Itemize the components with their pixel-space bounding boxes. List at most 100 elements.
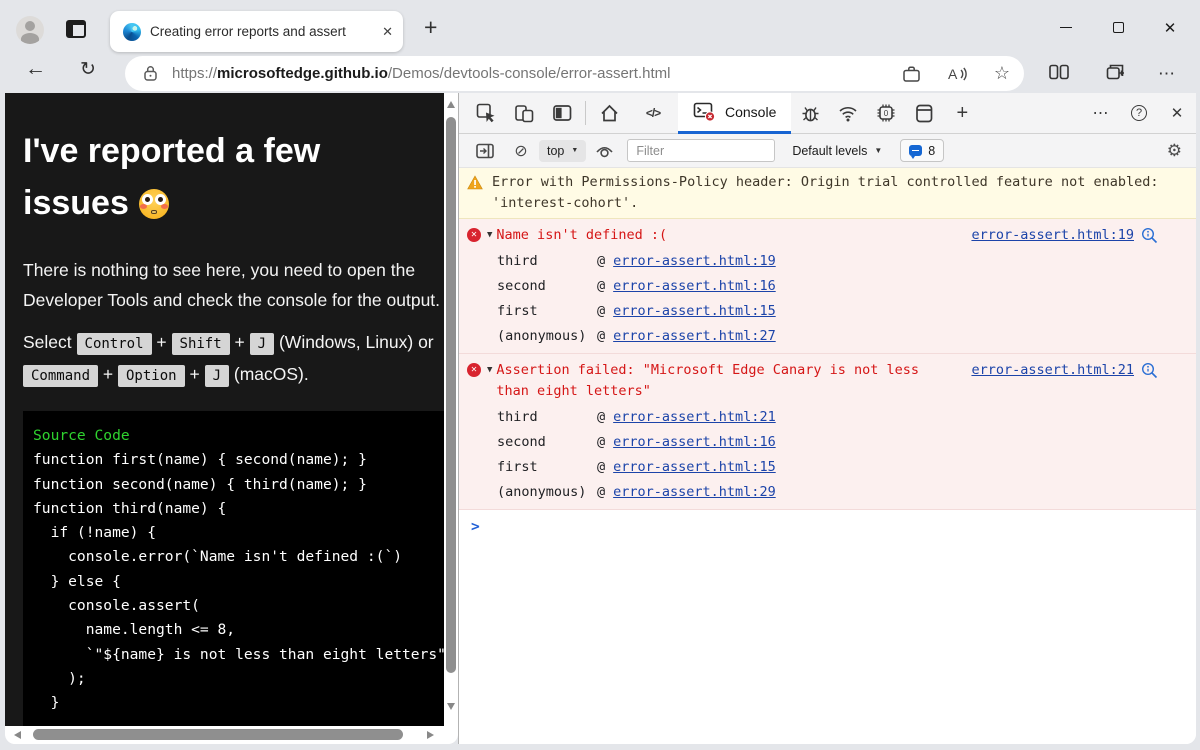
win-suffix: (Windows, Linux) xyxy=(279,332,413,352)
browser-tab[interactable]: Creating error reports and assert ✕ xyxy=(110,11,403,52)
code-line: console.error(`Name isn't defined :(`) xyxy=(33,545,444,569)
web-page-pane: I've reported a few issues There is noth… xyxy=(5,93,458,744)
page-horizontal-scrollbar[interactable] xyxy=(5,726,458,744)
avatar-body-icon xyxy=(21,33,39,44)
lock-icon[interactable] xyxy=(143,65,158,82)
horizontal-scroll-thumb[interactable] xyxy=(33,729,403,740)
avatar-head-icon xyxy=(25,21,35,31)
plus-separator: + xyxy=(103,364,113,384)
profile-avatar[interactable] xyxy=(16,16,44,44)
inspect-element-icon[interactable] xyxy=(467,93,505,134)
stack-source-link[interactable]: error-assert.html:21 xyxy=(613,405,776,430)
favorite-star-icon[interactable]: ☆ xyxy=(994,63,1010,84)
devtools-main-toolbar: </> Console xyxy=(459,93,1196,134)
stack-trace: third@error-assert.html:21 second@error-… xyxy=(459,405,1196,505)
url-text[interactable]: https://microsoftedge.github.io/Demos/de… xyxy=(172,65,876,82)
stack-source-link[interactable]: error-assert.html:15 xyxy=(613,455,776,480)
devtools-window-controls: ⋯ ? ✕ xyxy=(1082,93,1196,134)
console-settings-icon[interactable]: ⚙ xyxy=(1167,141,1182,161)
window-controls: ✕ xyxy=(1040,0,1196,55)
inspect-magnifier-icon[interactable] xyxy=(1141,362,1158,379)
app-available-icon[interactable] xyxy=(902,65,921,83)
inspect-magnifier-icon[interactable] xyxy=(1141,227,1158,244)
scroll-right-arrow[interactable] xyxy=(427,731,434,739)
browser-menu-icon[interactable]: ⋯ xyxy=(1158,64,1176,84)
devtools-close-icon[interactable]: ✕ xyxy=(1158,93,1196,134)
more-tabs-button[interactable]: + xyxy=(943,93,981,134)
expand-triangle-icon[interactable]: ▼ xyxy=(487,230,492,240)
issues-bug-icon[interactable] xyxy=(791,93,829,134)
javascript-context-selector[interactable]: top ▼ xyxy=(539,140,586,162)
back-button[interactable]: ← xyxy=(25,57,46,81)
stack-frame: second@error-assert.html:16 xyxy=(459,430,1196,455)
code-line: name.length <= 8, xyxy=(33,618,444,642)
console-sidebar-icon[interactable] xyxy=(467,134,503,168)
network-conditions-icon[interactable] xyxy=(829,93,867,134)
live-expression-icon[interactable] xyxy=(586,134,622,168)
console-error-message: ✕ ▼ Assertion failed: "Microsoft Edge Ca… xyxy=(459,354,1196,510)
at-symbol: @ xyxy=(597,405,605,430)
read-aloud-icon[interactable]: A xyxy=(947,65,968,83)
scroll-down-arrow[interactable] xyxy=(447,703,455,710)
tab-console[interactable]: Console xyxy=(678,93,791,134)
page-paragraph: There is nothing to see here, you need t… xyxy=(23,255,444,315)
maximize-button[interactable] xyxy=(1092,0,1144,55)
new-tab-button[interactable]: + xyxy=(424,14,437,41)
code-line: if (!name) { xyxy=(33,521,444,545)
browser-window: Creating error reports and assert ✕ + ✕ … xyxy=(0,0,1200,750)
scroll-up-arrow[interactable] xyxy=(447,101,455,108)
select-label: Select xyxy=(23,332,72,352)
at-symbol: @ xyxy=(597,249,605,274)
memory-icon[interactable] xyxy=(905,93,943,134)
log-levels-dropdown[interactable]: Default levels ▼ xyxy=(792,144,882,158)
dock-side-icon[interactable] xyxy=(543,93,581,134)
device-emulation-icon[interactable] xyxy=(505,93,543,134)
kbd-shift: Shift xyxy=(172,333,230,355)
collections-icon[interactable] xyxy=(1104,62,1126,82)
filter-input[interactable] xyxy=(627,139,775,162)
clear-console-icon[interactable]: ⊘ xyxy=(503,134,539,168)
scroll-left-arrow[interactable] xyxy=(14,731,21,739)
code-line: function second(name) { third(name); } xyxy=(33,473,444,497)
sources-tab-icon[interactable]: </> xyxy=(628,93,678,134)
code-line: } xyxy=(33,691,444,715)
plus-separator: + xyxy=(189,364,199,384)
devtools-help-icon[interactable]: ? xyxy=(1120,93,1158,134)
issues-counter-button[interactable]: 8 xyxy=(900,139,944,162)
console-prompt[interactable]: > xyxy=(459,510,1196,535)
function-name: second xyxy=(497,430,597,455)
reload-button[interactable]: ↻ xyxy=(80,58,96,81)
page-heading: I've reported a few issues xyxy=(23,125,433,229)
address-bar[interactable]: https://microsoftedge.github.io/Demos/de… xyxy=(125,56,1024,91)
stack-source-link[interactable]: error-assert.html:29 xyxy=(613,480,776,505)
kbd-j-mac: J xyxy=(205,365,229,387)
at-symbol: @ xyxy=(597,455,605,480)
issues-count: 8 xyxy=(928,144,935,158)
devtools-menu-icon[interactable]: ⋯ xyxy=(1082,93,1120,134)
stack-frame: first@error-assert.html:15 xyxy=(459,455,1196,480)
close-window-button[interactable]: ✕ xyxy=(1144,0,1196,55)
expand-triangle-icon[interactable]: ▼ xyxy=(487,365,492,375)
stack-source-link[interactable]: error-assert.html:19 xyxy=(613,249,776,274)
page-vertical-scrollbar[interactable] xyxy=(444,93,458,726)
source-link[interactable]: error-assert.html:19 xyxy=(971,227,1134,243)
stack-source-link[interactable]: error-assert.html:27 xyxy=(613,324,776,349)
stack-source-link[interactable]: error-assert.html:15 xyxy=(613,299,776,324)
split-screen-icon[interactable] xyxy=(1048,62,1070,82)
kbd-j-win: J xyxy=(250,333,274,355)
stack-source-link[interactable]: error-assert.html:16 xyxy=(613,274,776,299)
vertical-scroll-thumb[interactable] xyxy=(446,117,456,673)
source-code-block: Source Codefunction first(name) { second… xyxy=(23,411,444,726)
console-tab-label: Console xyxy=(725,104,776,120)
stack-frame: third@error-assert.html:21 xyxy=(459,405,1196,430)
workspaces-icon[interactable] xyxy=(66,20,86,38)
welcome-tab-icon[interactable] xyxy=(590,93,628,134)
console-output: Error with Permissions-Policy header: Or… xyxy=(459,168,1196,744)
flushed-face-emoji xyxy=(139,189,169,219)
performance-cpu-icon[interactable]: 0 xyxy=(867,93,905,134)
stack-source-link[interactable]: error-assert.html:16 xyxy=(613,430,776,455)
source-link[interactable]: error-assert.html:21 xyxy=(971,362,1134,378)
code-title: Source Code xyxy=(33,424,444,448)
minimize-button[interactable] xyxy=(1040,0,1092,55)
tab-close-icon[interactable]: ✕ xyxy=(382,24,393,40)
